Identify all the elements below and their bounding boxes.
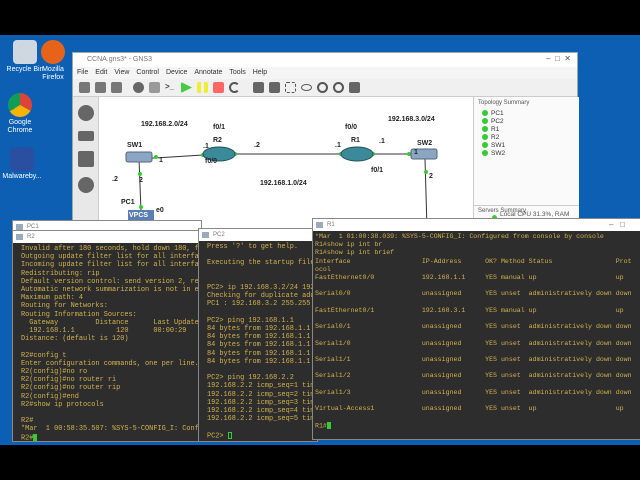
summary-item[interactable]: PC1 <box>474 109 579 117</box>
malwarebytes-icon[interactable]: Malwareby... <box>0 147 44 181</box>
sw1-label: SW1 <box>127 142 143 149</box>
pc2-terminal-output[interactable]: Press '?' to get help. Executing the sta… <box>199 241 317 440</box>
gns3-window: CCNA.gns3* - GNS3– □ ✕ File Edit View Contr… <box>72 52 579 228</box>
open-project-icon[interactable] <box>95 82 106 93</box>
vpcs-label: VPCS <box>129 212 149 219</box>
save-project-icon[interactable] <box>111 82 122 93</box>
cursor <box>33 433 38 441</box>
sw1-icon <box>125 151 153 163</box>
summary-item[interactable]: SW1 <box>474 141 579 149</box>
r1-icon <box>340 146 374 162</box>
topology-summary-panel: Topology Summary PC1 PC2 R1 R2 SW1 SW2 S… <box>473 97 579 228</box>
note-icon[interactable] <box>253 82 264 93</box>
clock-icon[interactable] <box>133 82 144 93</box>
firefox-icon[interactable]: Mozilla Firefox <box>33 40 73 82</box>
pc2-console-window[interactable]: PC2 Press '?' to get help. Executing the… <box>198 228 318 442</box>
summary-item[interactable]: R2 <box>474 133 579 141</box>
zoom-out-icon[interactable] <box>333 82 344 93</box>
r1-terminal-output[interactable]: *Mar 1 01:00:38.039: %SYS-5-CONFIG_I: Co… <box>313 231 640 430</box>
menu-control[interactable]: Control <box>136 69 159 77</box>
cursor <box>227 431 232 439</box>
ellipse-icon[interactable] <box>301 84 312 91</box>
zoom-in-icon[interactable] <box>317 82 328 93</box>
summary-item[interactable]: PC2 <box>474 117 579 125</box>
link-sw1-pc1 <box>138 158 142 212</box>
window-controls[interactable]: – □ ✕ <box>546 54 571 63</box>
console-icon[interactable]: >_ <box>165 82 176 93</box>
status-icon <box>482 110 488 116</box>
status-icon <box>482 142 488 148</box>
status-icon <box>482 118 488 124</box>
topology-summary-title: Topology Summary <box>478 100 530 106</box>
summary-item[interactable]: R1 <box>474 125 579 133</box>
menu-tools[interactable]: Tools <box>229 69 245 77</box>
pc1-label: PC1 <box>121 199 135 206</box>
sw2-label: SW2 <box>417 140 433 147</box>
r2-terminal-output[interactable]: Invalid after 180 seconds, hold down 180… <box>13 243 203 441</box>
r2-console-window[interactable]: R2 Invalid after 180 seconds, hold down … <box>12 230 204 442</box>
picture-icon[interactable] <box>269 82 280 93</box>
gns3-title-bar: CCNA.gns3* - GNS3– □ ✕ <box>73 53 577 67</box>
grid-icon[interactable] <box>149 82 160 93</box>
menu-annotate[interactable]: Annotate <box>194 69 222 77</box>
chrome-icon[interactable]: Google Chrome <box>0 93 40 135</box>
stop-icon[interactable] <box>213 82 224 93</box>
status-icon <box>482 126 488 132</box>
status-icon <box>482 134 488 140</box>
topology-canvas[interactable]: VPCS .2 SW1 R2 R1 SW2 PC1 192.168.2.0/24… <box>99 97 473 228</box>
toolbar: >_ <box>73 79 577 97</box>
menu-help[interactable]: Help <box>253 69 267 77</box>
pause-icon[interactable] <box>197 82 208 93</box>
menu-view[interactable]: View <box>114 69 129 77</box>
screenshot-icon[interactable] <box>349 82 360 93</box>
status-icon <box>482 150 488 156</box>
new-project-icon[interactable] <box>79 82 90 93</box>
window-controls[interactable]: – □ <box>609 220 625 229</box>
menu-device[interactable]: Device <box>166 69 187 77</box>
menu-file[interactable]: File <box>77 69 88 77</box>
switches-icon[interactable] <box>77 131 94 141</box>
all-devices-icon[interactable] <box>77 177 94 193</box>
rectangle-icon[interactable] <box>285 82 296 93</box>
r1-label: R1 <box>351 137 360 144</box>
routers-icon[interactable] <box>77 105 94 121</box>
r1-console-window[interactable]: R1 – □ *Mar 1 01:00:38.039: %SYS-5-CONFI… <box>312 218 640 440</box>
reload-icon[interactable] <box>229 82 240 93</box>
summary-item[interactable]: SW2 <box>474 149 579 157</box>
start-icon[interactable] <box>181 82 192 93</box>
menu-bar: File Edit View Control Device Annotate Tools He… <box>73 67 577 79</box>
device-dock <box>73 97 99 228</box>
menu-edit[interactable]: Edit <box>95 69 107 77</box>
cursor <box>326 421 331 429</box>
r2-label: R2 <box>213 137 222 144</box>
end-devices-icon[interactable] <box>77 151 94 167</box>
